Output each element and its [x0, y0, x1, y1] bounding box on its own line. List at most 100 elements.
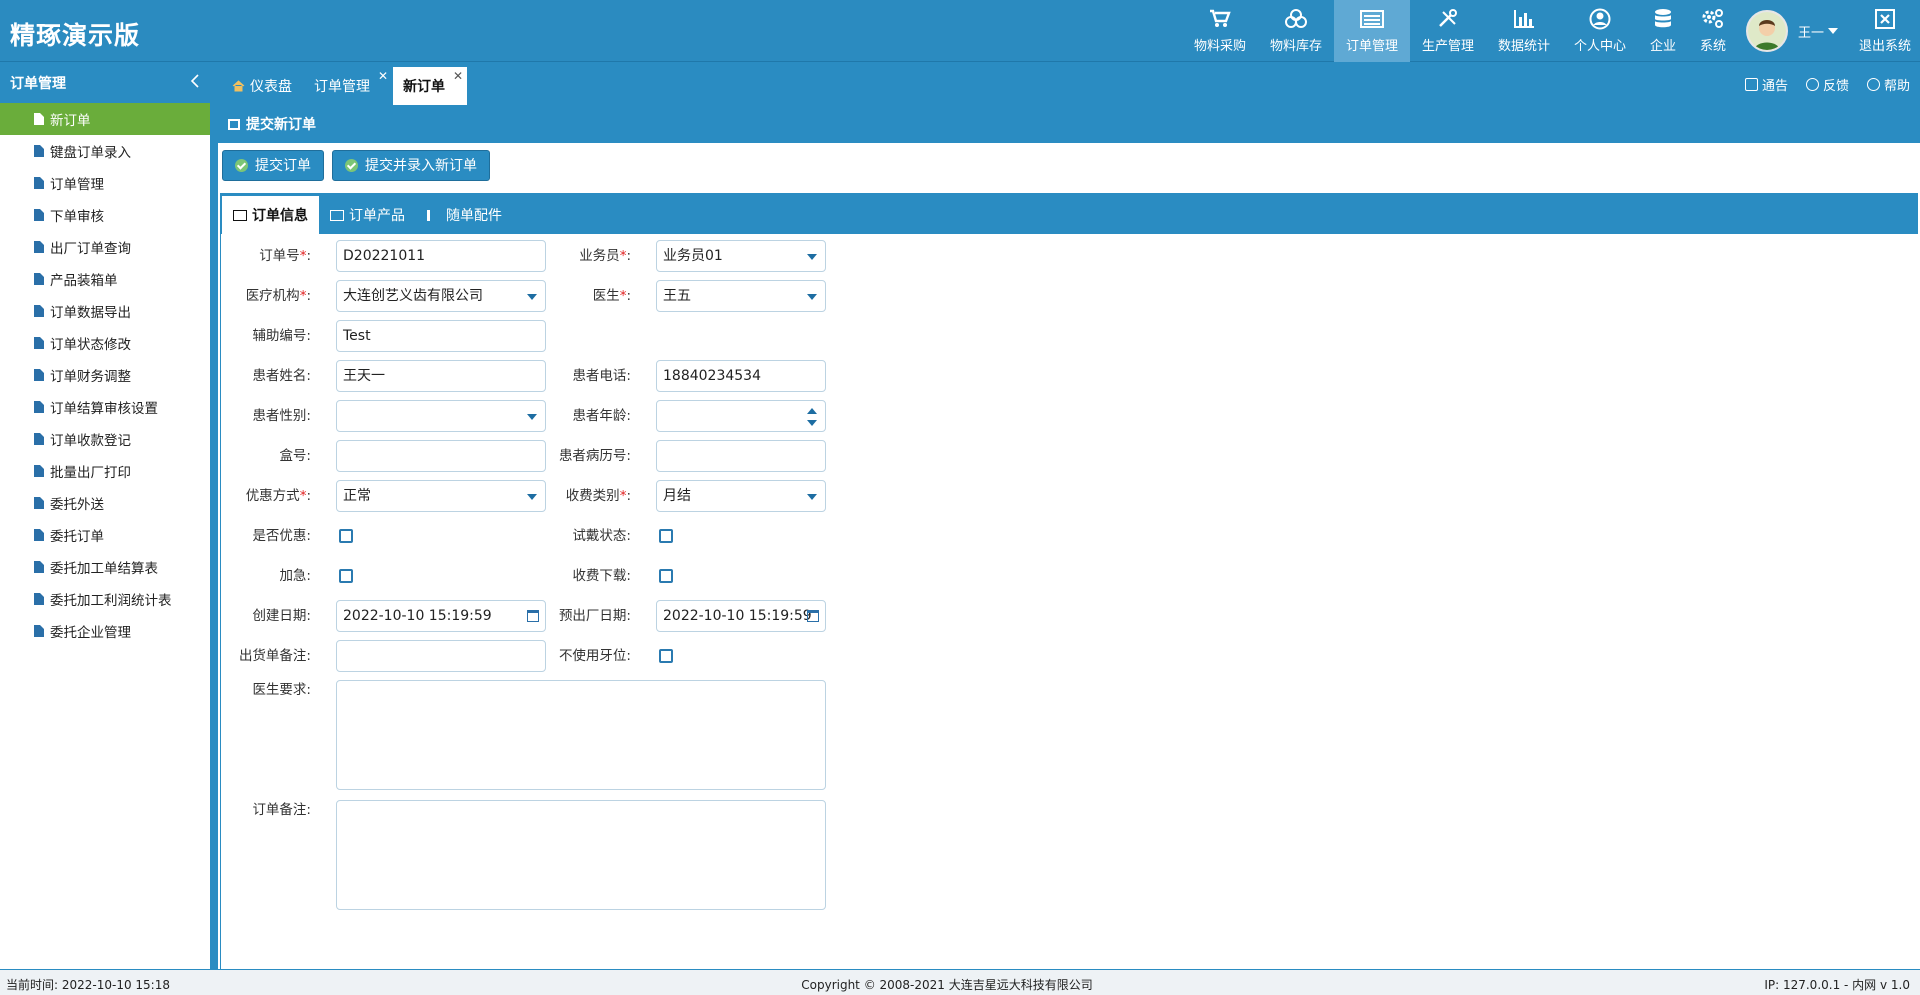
- sidebar-item-outsource-profit[interactable]: 委托加工利润统计表: [0, 583, 210, 615]
- calendar-icon[interactable]: [527, 610, 539, 622]
- calendar-icon[interactable]: [807, 610, 819, 622]
- box-no-label: 盒号:: [279, 448, 311, 464]
- box-no-input[interactable]: [336, 440, 546, 472]
- sidebar-item-outsource-orders[interactable]: 委托订单: [0, 519, 210, 551]
- aux-no-input[interactable]: Test: [336, 320, 546, 352]
- collapse-sidebar-icon[interactable]: [190, 74, 200, 92]
- ip-version: IP: 127.0.0.1 - 内网 v 1.0: [1764, 978, 1910, 992]
- card-icon: [233, 209, 247, 221]
- nav-enterprise[interactable]: 企业: [1638, 0, 1688, 62]
- sidebar-item-payment-register[interactable]: 订单收款登记: [0, 423, 210, 455]
- submit-order-button[interactable]: 提交订单: [222, 149, 324, 181]
- patient-phone-input[interactable]: 18840234534: [656, 360, 826, 392]
- sidebar-item-label: 委托加工单结算表: [50, 561, 158, 577]
- order-info-form: 订单号*: D20221011 业务员*: 业务员01 医疗机构*: 大连创艺义…: [220, 234, 1916, 969]
- logout-button[interactable]: 退出系统: [1850, 0, 1920, 62]
- doctor-req-label: 医生要求:: [252, 682, 311, 698]
- tab-actions: 通告 反馈 帮助: [1727, 75, 1910, 94]
- sidebar-item-finance-adjust[interactable]: 订单财务调整: [0, 359, 210, 391]
- notice-icon: [1744, 78, 1758, 91]
- tab-label: 订单信息: [252, 208, 308, 224]
- expected-date-input[interactable]: 2022-10-10 15:19:59: [656, 600, 826, 632]
- nav-statistics[interactable]: 数据统计: [1486, 0, 1562, 62]
- patient-age-spinner[interactable]: [656, 400, 826, 432]
- sidebar-item-batch-print[interactable]: 批量出厂打印: [0, 455, 210, 487]
- user-menu[interactable]: 王一: [1738, 0, 1850, 62]
- tab-dashboard[interactable]: 仪表盘: [222, 67, 302, 105]
- sidebar-item-settlement-settings[interactable]: 订单结算审核设置: [0, 391, 210, 423]
- sidebar-item-data-export[interactable]: 订单数据导出: [0, 295, 210, 327]
- record-no-label: 患者病历号:: [558, 448, 631, 464]
- no-tooth-pos-checkbox[interactable]: [659, 649, 673, 663]
- tab-label: 新订单: [403, 79, 445, 95]
- nav-system[interactable]: 系统: [1688, 0, 1738, 62]
- is-discount-checkbox[interactable]: [339, 529, 353, 543]
- charge-download-checkbox[interactable]: [659, 569, 673, 583]
- close-icon: [1873, 8, 1897, 30]
- sidebar-item-order-review[interactable]: 下单审核: [0, 199, 210, 231]
- sidebar-item-keyboard-entry[interactable]: 键盘订单录入: [0, 135, 210, 167]
- tab-order-info[interactable]: 订单信息: [222, 196, 319, 234]
- charge-type-select[interactable]: 月结: [656, 480, 826, 512]
- sidebar-item-outsource-company[interactable]: 委托企业管理: [0, 615, 210, 647]
- sidebar-item-label: 订单管理: [50, 177, 104, 193]
- ship-note-label: 出货单备注:: [238, 648, 311, 664]
- institution-select[interactable]: 大连创艺义齿有限公司: [336, 280, 546, 312]
- doctor-req-textarea[interactable]: [336, 680, 826, 790]
- discount-method-select[interactable]: 正常: [336, 480, 546, 512]
- notice-link[interactable]: 通告: [1744, 75, 1788, 94]
- sidebar-item-packing-list[interactable]: 产品装箱单: [0, 263, 210, 295]
- sidebar-item-outsource-settlement[interactable]: 委托加工单结算表: [0, 551, 210, 583]
- feedback-link[interactable]: 反馈: [1805, 75, 1849, 94]
- tab-label: 订单管理: [314, 79, 370, 95]
- tab-close-icon[interactable]: ✕: [453, 69, 463, 83]
- gears-icon: [1701, 8, 1725, 30]
- nav-order-management[interactable]: 订单管理: [1334, 0, 1410, 62]
- nav-material-purchase[interactable]: 物料采购: [1182, 0, 1258, 62]
- urgent-checkbox[interactable]: [339, 569, 353, 583]
- spinner-arrows-icon[interactable]: [807, 408, 817, 426]
- select-value: 业务员01: [663, 248, 723, 264]
- nav-label: 系统: [1699, 39, 1726, 54]
- user-name: 王一: [1798, 25, 1825, 41]
- order-note-textarea[interactable]: [336, 800, 826, 910]
- tab-accessories[interactable]: 随单配件: [416, 196, 513, 234]
- tools-icon: [1436, 8, 1460, 30]
- notice-label: 通告: [1761, 79, 1788, 94]
- sidebar-item-order-management[interactable]: 订单管理: [0, 167, 210, 199]
- date-value: 2022-10-10 15:19:59: [343, 608, 492, 624]
- salesman-select[interactable]: 业务员01: [656, 240, 826, 272]
- nav-label: 订单管理: [1345, 39, 1398, 54]
- created-date-input[interactable]: 2022-10-10 15:19:59: [336, 600, 546, 632]
- nav-label: 生产管理: [1421, 39, 1474, 54]
- panel-title: 提交新订单: [246, 117, 316, 133]
- nav-production[interactable]: 生产管理: [1410, 0, 1486, 62]
- nav-label: 物料库存: [1269, 39, 1322, 54]
- document-icon: [34, 177, 44, 189]
- record-no-input[interactable]: [656, 440, 826, 472]
- tab-close-icon[interactable]: ✕: [378, 69, 388, 83]
- user-circle-icon: [1588, 8, 1612, 30]
- ship-note-input[interactable]: [336, 640, 546, 672]
- nav-label: 企业: [1649, 39, 1676, 54]
- tab-new-order[interactable]: 新订单 ✕: [393, 67, 467, 105]
- order-no-input[interactable]: D20221011: [336, 240, 546, 272]
- sidebar-item-new-order[interactable]: 新订单: [0, 103, 210, 135]
- sidebar-item-outsource-send[interactable]: 委托外送: [0, 487, 210, 519]
- sidebar-item-status-change[interactable]: 订单状态修改: [0, 327, 210, 359]
- sidebar-item-label: 新订单: [50, 113, 91, 129]
- doctor-select[interactable]: 王五: [656, 280, 826, 312]
- nav-label: 数据统计: [1497, 39, 1550, 54]
- tab-order-management[interactable]: 订单管理 ✕: [304, 67, 392, 105]
- sidebar-splitter[interactable]: [210, 63, 218, 969]
- patient-gender-select[interactable]: [336, 400, 546, 432]
- patient-name-input[interactable]: 王天一: [336, 360, 546, 392]
- sidebar-item-label: 委托订单: [50, 529, 104, 545]
- help-link[interactable]: 帮助: [1866, 75, 1910, 94]
- nav-material-stock[interactable]: 物料库存: [1258, 0, 1334, 62]
- nav-personal-center[interactable]: 个人中心: [1562, 0, 1638, 62]
- tab-order-products[interactable]: 订单产品: [319, 196, 416, 234]
- try-status-checkbox[interactable]: [659, 529, 673, 543]
- sidebar-item-shipped-query[interactable]: 出厂订单查询: [0, 231, 210, 263]
- submit-and-new-button[interactable]: 提交并录入新订单: [332, 149, 490, 181]
